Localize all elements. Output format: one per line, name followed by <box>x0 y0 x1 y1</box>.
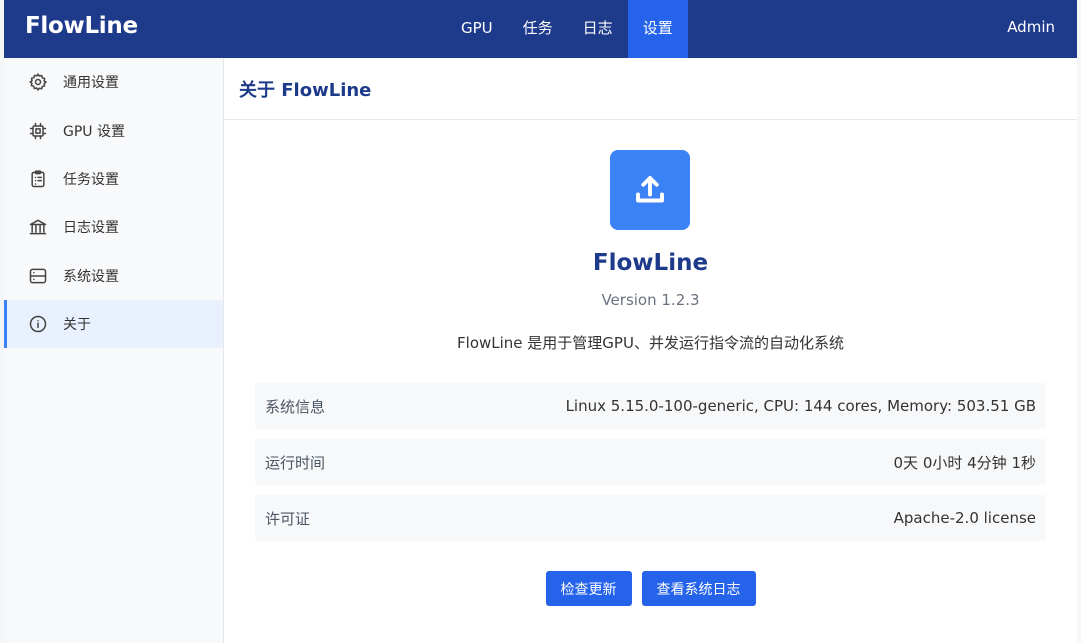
sidebar-item-label: 日志设置 <box>63 220 119 237</box>
sidebar-item-label: 任务设置 <box>63 171 119 188</box>
info-row-system: 系统信息 Linux 5.15.0-100-generic, CPU: 144 … <box>255 383 1046 429</box>
nav-tab-tasks[interactable]: 任务 <box>508 0 568 58</box>
upload-icon <box>636 176 664 203</box>
settings-sidebar: 通用设置 GPU 设置 任务设置 日志设置 系统设置 关于 <box>4 58 224 643</box>
clipboard-icon <box>27 168 49 190</box>
sidebar-item-tasks[interactable]: 任务设置 <box>4 155 223 203</box>
brand-logo[interactable]: FlowLine <box>25 13 138 39</box>
server-icon <box>27 265 49 287</box>
nav-tab-settings[interactable]: 设置 <box>627 0 688 58</box>
about-panel: 关于 FlowLine FlowLine Version 1.2.3 FlowL… <box>224 58 1077 643</box>
info-icon <box>27 313 49 335</box>
info-row-uptime: 运行时间 0天 0小时 4分钟 1秒 <box>255 439 1046 485</box>
user-menu[interactable]: Admin <box>1007 18 1055 36</box>
sidebar-item-label: 关于 <box>63 317 91 334</box>
nav-tab-logs[interactable]: 日志 <box>568 0 628 58</box>
info-value: Apache-2.0 license <box>893 509 1036 527</box>
info-value: 0天 0小时 4分钟 1秒 <box>893 453 1036 472</box>
info-row-license: 许可证 Apache-2.0 license <box>255 495 1046 541</box>
sidebar-item-system[interactable]: 系统设置 <box>4 252 223 300</box>
app-logo <box>610 150 690 230</box>
nav-tab-gpu[interactable]: GPU <box>446 0 508 58</box>
sidebar-item-general[interactable]: 通用设置 <box>4 58 223 106</box>
info-key: 运行时间 <box>265 453 326 472</box>
app-version: Version 1.2.3 <box>601 291 700 309</box>
app-name: FlowLine <box>592 250 709 276</box>
sidebar-item-logs[interactable]: 日志设置 <box>4 203 223 251</box>
gear-icon <box>27 71 49 93</box>
info-key: 许可证 <box>265 509 311 528</box>
info-list: 系统信息 Linux 5.15.0-100-generic, CPU: 144 … <box>255 383 1046 551</box>
sidebar-item-label: GPU 设置 <box>63 123 125 140</box>
top-nav-bar: FlowLine GPU 任务 日志 设置 Admin <box>4 0 1077 58</box>
info-key: 系统信息 <box>265 397 326 416</box>
view-system-logs-button[interactable]: 查看系统日志 <box>641 571 756 606</box>
sidebar-item-label: 通用设置 <box>63 75 119 92</box>
info-value: Linux 5.15.0-100-generic, CPU: 144 cores… <box>565 397 1036 415</box>
bank-icon <box>27 216 49 238</box>
check-update-button[interactable]: 检查更新 <box>545 571 632 606</box>
sidebar-item-gpu[interactable]: GPU 设置 <box>4 106 223 154</box>
app-description: FlowLine 是用于管理GPU、并发运行指令流的自动化系统 <box>457 334 844 352</box>
page-title: 关于 FlowLine <box>239 79 372 101</box>
action-buttons: 检查更新 查看系统日志 <box>224 571 1077 606</box>
panel-header: 关于 FlowLine <box>224 58 1077 120</box>
sidebar-item-about[interactable]: 关于 <box>4 299 223 349</box>
chip-icon <box>27 120 49 142</box>
nav-tabs: GPU 任务 日志 设置 <box>446 0 688 58</box>
sidebar-item-label: 系统设置 <box>63 268 119 285</box>
app-window: FlowLine GPU 任务 日志 设置 Admin 通用设置 GPU 设置 … <box>4 0 1077 643</box>
